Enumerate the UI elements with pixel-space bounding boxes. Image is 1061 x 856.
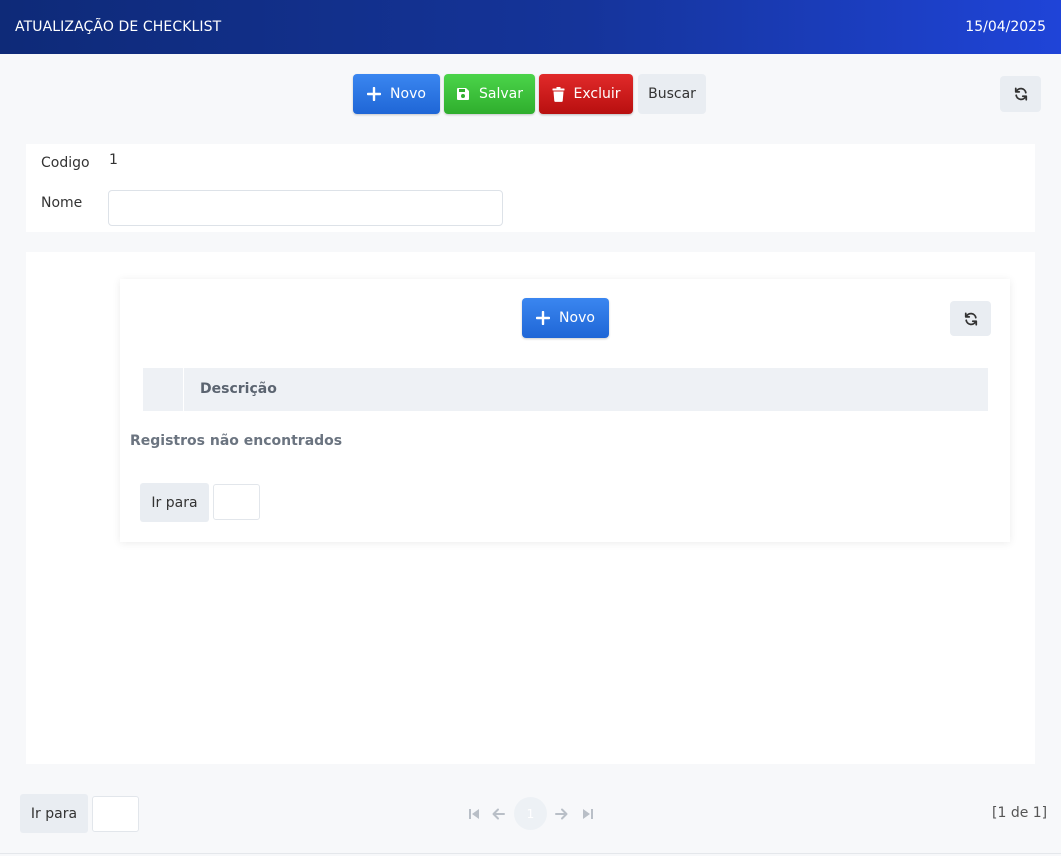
code-label: Codigo [41,155,90,171]
prev-page-icon[interactable] [492,808,505,820]
item-refresh-button[interactable] [950,301,991,336]
name-field[interactable] [108,190,503,226]
delete-button[interactable]: Excluir [539,74,633,114]
footer-goto-input[interactable] [92,796,139,832]
footer-goto-label: Ir para [20,794,88,833]
table-header-description[interactable] [184,368,988,411]
refresh-button[interactable] [1000,76,1041,112]
item-goto-label: Ir para [140,483,209,522]
trash-icon [552,86,564,102]
save-icon [457,88,469,100]
current-date: 15/04/2025 [965,19,1046,35]
top-bar: ATUALIZAÇÃO DE CHECKLIST 15/04/2025 [0,0,1061,54]
new-button-label: Novo [390,86,426,102]
footer-divider [0,853,1061,854]
page-info: [1 de 1] [992,805,1048,821]
table-header-description-label: Descrição [200,381,277,397]
name-label: Nome [41,195,83,211]
save-button[interactable]: Salvar [444,74,535,114]
search-button-label: Buscar [648,86,696,102]
new-button[interactable]: Novo [353,74,440,114]
first-page-icon[interactable] [468,808,480,820]
delete-button-label: Excluir [573,86,621,102]
item-goto-input[interactable] [213,484,260,520]
search-button[interactable]: Buscar [638,74,706,114]
page-title: ATUALIZAÇÃO DE CHECKLIST [15,19,222,35]
code-value: 1 [109,152,118,168]
refresh-icon [964,311,977,326]
table-header-select-column [143,368,183,411]
item-new-button[interactable]: Novo [522,298,609,338]
plus-icon [367,87,382,101]
plus-icon [536,311,551,325]
item-new-button-label: Novo [559,310,595,326]
page-number-current[interactable]: 1 [514,797,547,830]
next-page-icon[interactable] [555,808,568,820]
empty-message: Registros não encontrados [130,433,343,449]
last-page-icon[interactable] [582,808,594,820]
refresh-icon [1014,87,1027,101]
save-button-label: Salvar [479,86,523,102]
